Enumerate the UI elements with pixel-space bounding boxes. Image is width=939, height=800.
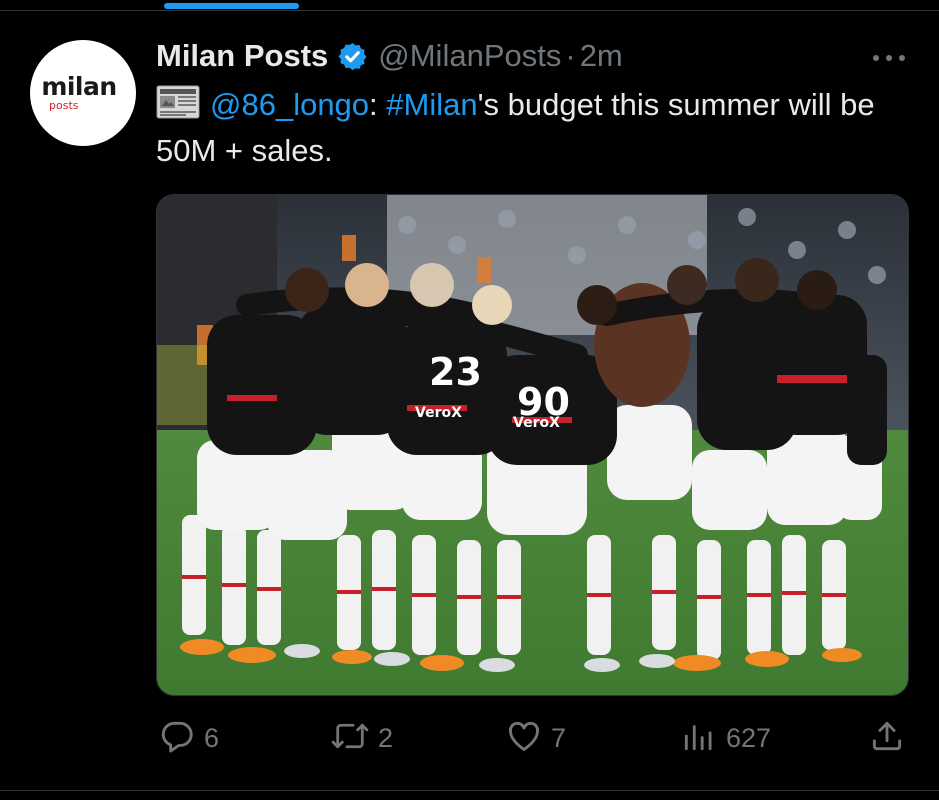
view-count: 627 (726, 722, 772, 753)
timestamp[interactable]: 2m (580, 38, 623, 74)
share-icon (868, 717, 906, 760)
repost-button[interactable]: 2 (330, 716, 393, 760)
views-icon (680, 717, 718, 760)
repost-icon (330, 717, 370, 760)
like-count: 7 (551, 722, 567, 753)
share-button[interactable] (868, 716, 906, 760)
avatar-brand: milan (41, 72, 117, 101)
display-name[interactable]: Milan Posts (156, 38, 328, 74)
like-icon (505, 717, 543, 760)
tweet-actions: 6 2 7 627 (0, 716, 939, 760)
reply-count: 6 (204, 722, 220, 753)
repost-count: 2 (378, 722, 394, 753)
more-icon[interactable] (873, 54, 905, 62)
like-button[interactable]: 7 (505, 716, 566, 760)
avatar[interactable]: milan posts (30, 40, 136, 146)
newspaper-emoji-icon (156, 85, 200, 119)
jersey-number-23: 23 (429, 350, 482, 394)
tweet-photo[interactable]: 23 90 VeroX VeroX (156, 194, 909, 696)
hashtag-link[interactable]: #Milan (386, 87, 477, 122)
tweet-header: Milan Posts @MilanPosts · 2m (156, 36, 623, 76)
separator-dot: · (565, 38, 576, 73)
avatar-brand-sub: posts (49, 99, 79, 112)
reply-icon (158, 717, 196, 760)
author-handle[interactable]: @MilanPosts (378, 38, 561, 74)
top-divider (0, 10, 939, 11)
mention-link[interactable]: @86_longo (210, 87, 369, 122)
text-after-mention: : (369, 87, 387, 122)
sponsor-logo-right: VeroX (513, 415, 560, 431)
reply-button[interactable]: 6 (158, 716, 219, 760)
sponsor-logo-left: VeroX (415, 405, 462, 421)
bottom-divider (0, 790, 939, 791)
views-button[interactable]: 627 (680, 716, 771, 760)
verified-badge-icon[interactable] (337, 41, 368, 72)
tweet-text: @86_longo: #Milan's budget this summer w… (156, 82, 906, 174)
tab-indicator (164, 3, 299, 9)
